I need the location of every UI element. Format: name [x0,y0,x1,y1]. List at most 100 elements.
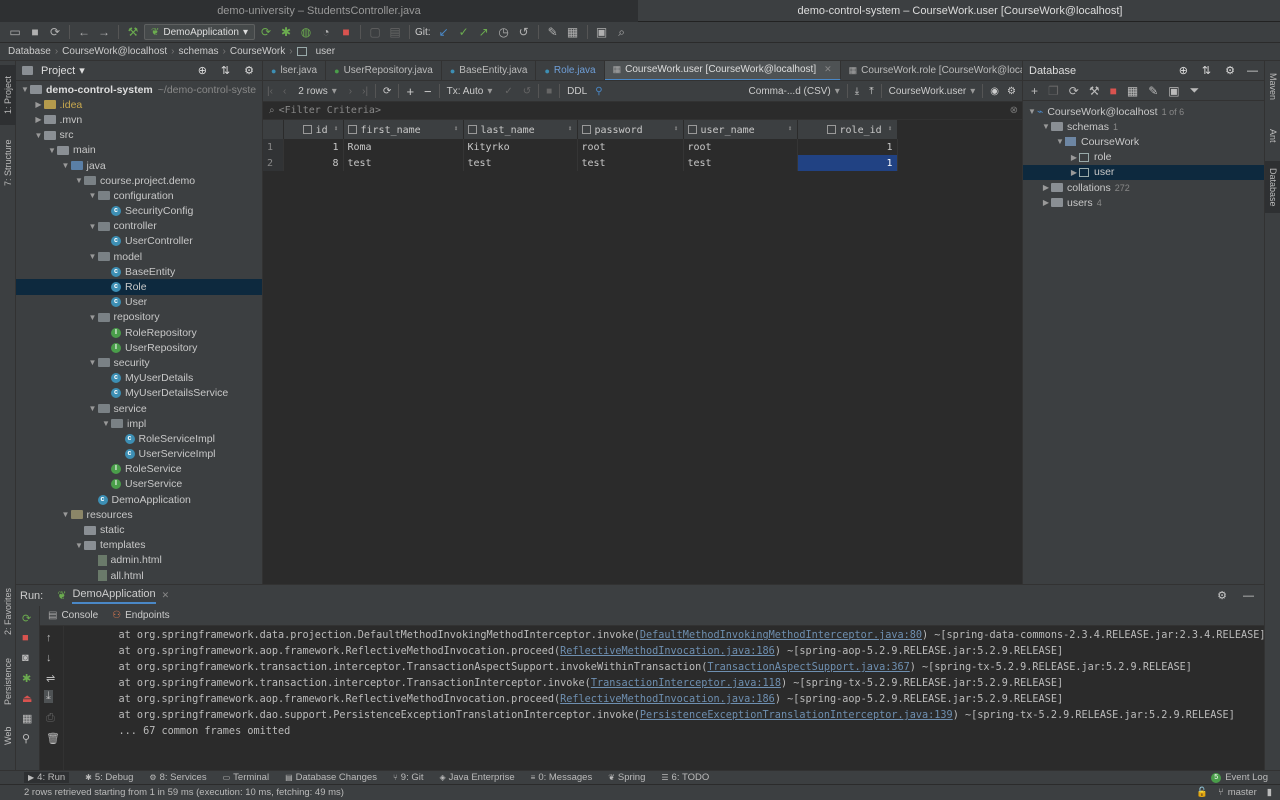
tool-tab-web[interactable]: Web [0,721,16,751]
tx-mode-select[interactable]: Tx: Auto [447,86,484,97]
column-header[interactable]: role_id ⬍ [797,120,898,139]
pin-icon[interactable]: ⚲ [22,732,30,745]
sort-icon[interactable]: ⬍ [788,124,793,133]
tree-item[interactable]: all.html [16,568,262,583]
git-update-icon[interactable]: ↙ [435,23,453,41]
filter-criteria-input[interactable]: <Filter Criteria> [279,105,1010,116]
bottom-tab[interactable]: ⚙ 8: Services [149,772,206,783]
back-icon[interactable]: ← [75,23,93,41]
gear-icon[interactable]: ⚙ [1217,589,1227,602]
tool-tab-database[interactable]: Database [1265,161,1280,213]
edit-icon[interactable]: ✎ [1148,84,1158,98]
tree-item[interactable]: ▼ security [16,355,262,370]
tree-item[interactable]: ▼ repository [16,310,262,325]
tree-item[interactable]: c SecurityConfig [16,204,262,219]
export-icon[interactable]: ⤓ [855,86,859,97]
debug-icon[interactable]: ✱ [277,23,295,41]
bottom-tab[interactable]: ▤ Database Changes [285,772,377,783]
db-users[interactable]: ▶ users 4 [1023,195,1264,210]
close-icon[interactable]: ✕ [162,590,170,601]
tool-tab-ant[interactable]: Ant [1265,121,1280,151]
tree-item[interactable]: I UserRepository [16,340,262,355]
bottom-tab[interactable]: ☰ 6: TODO [661,772,709,783]
last-page-icon[interactable]: ›| [362,86,368,97]
editor-tab[interactable]: ▦CourseWork.role [CourseWork@localhost] [841,61,1022,80]
tree-item[interactable]: I RoleService [16,462,262,477]
bottom-tab[interactable]: ❦ Spring [608,772,645,783]
settings-wrench-icon[interactable]: ✎ [544,23,562,41]
table-cell[interactable]: 8 [283,155,344,171]
rollback-icon[interactable]: ↺ [515,23,533,41]
breadcrumb-table[interactable]: user [316,46,335,57]
tool-tab-maven[interactable]: Maven [1265,67,1280,107]
event-log-tab[interactable]: 5 Event Log [1211,772,1268,783]
tree-item[interactable]: ▼ resources [16,507,262,522]
table-cell[interactable]: 1 [283,139,344,155]
bottom-tab[interactable]: ◈ Java Enterprise [439,772,514,783]
tool-tab-project[interactable]: 1: Project [0,65,16,125]
commit-icon[interactable]: ✓ [504,86,512,97]
sort-icon[interactable]: ⬍ [454,124,459,133]
tree-item[interactable]: ▼ course.project.demo [16,173,262,188]
breadcrumb-database[interactable]: Database [8,46,51,57]
editor-tab[interactable]: ● Role.java [536,61,605,80]
stacktrace-link[interactable]: DefaultMethodInvokingMethodInterceptor.j… [640,630,922,641]
tree-item[interactable]: ▼ src [16,128,262,143]
sort-icon[interactable]: ⬍ [568,124,573,133]
git-branch[interactable]: master [1228,787,1257,798]
run-configuration-select[interactable]: ❦ DemoApplication ▾ [144,24,256,40]
gear-icon[interactable]: ⚙ [1225,64,1235,77]
sort-icon[interactable]: ⬍ [674,124,679,133]
tree-item[interactable]: ▼ service [16,401,262,416]
tree-item[interactable]: I RoleRepository [16,325,262,340]
refresh-icon[interactable]: ⟳ [1069,84,1079,98]
table-cell[interactable]: test [577,155,684,171]
ddl-button[interactable]: DDL [567,86,587,97]
tree-item[interactable]: ▼ configuration [16,188,262,203]
exit-icon[interactable]: ⏏ [22,692,32,705]
clear-filter-icon[interactable]: ⊗ [1010,105,1018,116]
rerun-icon[interactable]: ⟳ [22,612,31,625]
tool-tab-favorites[interactable]: 2: Favorites [0,581,16,641]
tree-item[interactable]: c DemoApplication [16,492,262,507]
minimize-icon[interactable]: — [1243,590,1254,602]
editor-tab[interactable]: ● UserRepository.java [326,61,442,80]
rollback-icon[interactable]: ↺ [523,86,531,97]
table-cell[interactable]: Kityrko [463,139,578,155]
table-cell[interactable]: 1 [797,139,898,155]
collapse-all-icon[interactable]: ⇅ [1202,64,1211,77]
pin-icon[interactable]: ⚲ [595,86,602,97]
tree-item[interactable]: static [16,522,262,537]
tree-item[interactable]: c Role [16,279,262,295]
copy-icon[interactable]: ❐ [1048,84,1059,98]
view-icon[interactable]: ◉ [990,86,999,97]
minimize-icon[interactable]: — [1247,65,1258,77]
stop-icon[interactable]: ■ [1110,84,1117,98]
tool-tab-persistence[interactable]: Persistence [0,651,16,711]
tree-root[interactable]: ▼ demo-control-system ~/demo-control-sys… [16,82,262,97]
stacktrace-link[interactable]: ReflectiveMethodInvocation.java:186 [560,694,775,705]
import-icon[interactable]: ⤒ [869,86,873,97]
rerun-icon[interactable]: ⟳ [257,23,275,41]
rows-count-select[interactable]: 2 rows [298,86,327,97]
coverage-icon[interactable]: ◍ [297,23,315,41]
db-collations[interactable]: ▶ collations 272 [1023,180,1264,195]
table-editor-icon[interactable]: ▦ [1127,84,1138,98]
tree-item[interactable]: c RoleServiceImpl [16,431,262,446]
table-cell[interactable]: test [343,155,464,171]
db-schemas[interactable]: ▼ schemas 1 [1023,119,1264,134]
tree-item[interactable]: c UserController [16,234,262,249]
tree-item[interactable]: I UserService [16,477,262,492]
tree-item[interactable]: c User [16,295,262,310]
attach-icon[interactable]: ▢ [366,23,384,41]
breadcrumb-schemas[interactable]: schemas [179,46,219,57]
next-page-icon[interactable]: › [349,86,352,97]
table-cell[interactable]: Roma [343,139,464,155]
tree-item[interactable]: admin.html [16,553,262,568]
camera-icon[interactable]: ◙ [22,652,29,664]
stacktrace-link[interactable]: ReflectiveMethodInvocation.java:186 [560,646,775,657]
sync-icon[interactable]: ⟳ [46,23,64,41]
first-page-icon[interactable]: |‹ [267,86,273,97]
db-connection[interactable]: ▼ ⌁ CourseWork@localhost 1 of 6 [1023,104,1264,119]
prev-page-icon[interactable]: ‹ [283,86,286,97]
